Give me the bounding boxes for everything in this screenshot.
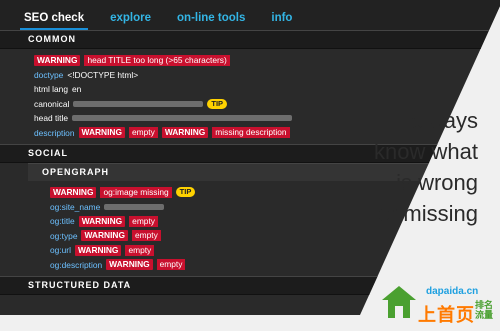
doctype-row: doctype <!DOCTYPE html> bbox=[34, 68, 500, 83]
og-site-name-key[interactable]: og:site_name bbox=[50, 202, 100, 212]
redacted-value bbox=[72, 115, 292, 122]
tab-seo-check[interactable]: SEO check bbox=[20, 12, 89, 30]
og-url-key[interactable]: og:url bbox=[50, 245, 71, 255]
warning-badge: WARNING bbox=[50, 186, 97, 198]
tip-badge[interactable]: TIP bbox=[207, 98, 228, 109]
tab-info[interactable]: info bbox=[267, 12, 296, 30]
og-description-row: og:description WARNING empty bbox=[50, 258, 500, 273]
og-title-key[interactable]: og:title bbox=[50, 216, 75, 226]
tagline-line: know what bbox=[374, 139, 478, 164]
warning-message: empty bbox=[125, 244, 155, 256]
og-description-key[interactable]: og:description bbox=[50, 260, 102, 270]
warning-message: empty bbox=[131, 230, 161, 242]
doctype-value: <!DOCTYPE html> bbox=[67, 69, 139, 80]
og-type-key[interactable]: og:type bbox=[50, 231, 77, 241]
html-lang-row: html lang en bbox=[34, 82, 500, 97]
warning-badge: WARNING bbox=[161, 127, 209, 139]
head-title-key: head title bbox=[34, 113, 68, 124]
redacted-value bbox=[73, 100, 204, 107]
og-type-row: og:type WARNING empty bbox=[50, 229, 500, 244]
section-common[interactable]: COMMON bbox=[0, 30, 500, 49]
warning-badge: WARNING bbox=[78, 127, 125, 139]
warning-message: empty bbox=[129, 215, 158, 227]
warning-message: missing description bbox=[212, 127, 290, 139]
html-lang-value: en bbox=[71, 84, 82, 95]
warning-message: head TITLE too long (>65 characters) bbox=[84, 54, 230, 66]
tab-online-tools[interactable]: on-line tools bbox=[173, 12, 249, 30]
warning-badge: WARNING bbox=[74, 244, 122, 256]
warning-badge: WARNING bbox=[81, 230, 128, 242]
canonical-key: canonical bbox=[34, 98, 70, 109]
warning-badge: WARNING bbox=[78, 215, 126, 227]
tagline: always know what is wrong or missing bbox=[348, 105, 478, 229]
tab-bar: SEO check explore on-line tools info bbox=[0, 0, 500, 30]
watermark-subtext: 排名流量 bbox=[475, 300, 494, 320]
title-warning-row: WARNING head TITLE too long (>65 charact… bbox=[34, 53, 500, 68]
warning-badge: WARNING bbox=[106, 259, 153, 271]
warning-message: empty bbox=[156, 259, 186, 271]
house-logo-icon bbox=[382, 286, 416, 318]
redacted-value bbox=[104, 203, 165, 210]
tip-badge[interactable]: TIP bbox=[175, 187, 196, 198]
tagline-line: or missing bbox=[377, 201, 478, 226]
tagline-line: always bbox=[410, 108, 478, 133]
html-lang-key: html lang bbox=[34, 84, 68, 95]
section-structured-data[interactable]: STRUCTURED DATA bbox=[0, 276, 500, 295]
warning-message: og:image missing bbox=[100, 186, 172, 198]
warning-badge: WARNING bbox=[34, 54, 81, 66]
og-url-row: og:url WARNING empty bbox=[50, 243, 500, 258]
tagline-line: is wrong bbox=[396, 170, 478, 195]
tab-explore[interactable]: explore bbox=[106, 12, 155, 30]
doctype-key[interactable]: doctype bbox=[34, 70, 63, 80]
description-key[interactable]: description bbox=[34, 128, 75, 138]
warning-message: empty bbox=[129, 127, 158, 139]
watermark-url: dapaida.cn bbox=[426, 286, 479, 297]
watermark-text: 上首页 bbox=[418, 305, 475, 325]
